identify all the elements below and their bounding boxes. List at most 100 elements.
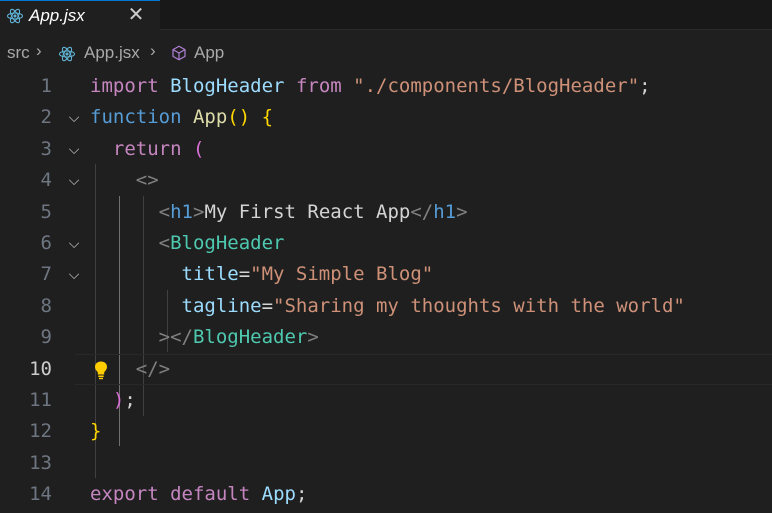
line-number: 6 [40,232,52,254]
line-number: 2 [40,106,52,129]
code-text: import BlogHeader from "./components/Blo… [90,71,651,102]
code-token: "./components/BlogHeader" [353,75,640,97]
code-text: tagline="Sharing my thoughts with the wo… [90,291,685,322]
line-number: 5 [40,200,52,223]
code-text: function App() { [90,102,273,133]
code-text: export default App; [90,479,307,510]
code-text: <> [90,165,159,196]
code-line[interactable]: 13 [0,448,772,479]
close-icon[interactable]: ✕ [126,3,146,27]
code-token: h1 [170,200,193,223]
code-token: from [295,75,342,97]
code-line[interactable]: 3 ⌵ return ( [0,134,772,165]
breadcrumb-file[interactable]: App.jsx [84,43,140,63]
fold-chevron-icon[interactable]: ⌵ [65,228,83,259]
code-token: import [90,75,159,97]
code-line[interactable]: 7 ⌵ title="My Simple Blog" [0,259,772,290]
code-token: App [261,483,296,506]
code-token: App [192,106,228,129]
breadcrumb-folder[interactable]: src [7,43,30,63]
tab-app-jsx[interactable]: App.jsx ✕ [0,0,160,30]
fold-chevron-icon[interactable]: ⌵ [65,102,83,133]
code-token: > [456,200,468,223]
code-text: <BlogHeader [90,228,285,259]
line-number: 13 [29,451,52,474]
code-token: { [261,106,274,129]
code-line[interactable]: 1 import BlogHeader from "./components/Bl… [0,71,772,102]
code-line[interactable]: 6 ⌵ <BlogHeader [0,228,772,259]
code-token: ) [112,389,125,411]
line-number: 1 [40,75,52,97]
line-number: 7 [40,263,52,286]
code-token: function [90,106,182,129]
code-token: title [181,263,239,286]
line-number: 4 [40,169,52,192]
code-line[interactable]: 14 export default App; [0,479,772,510]
code-line[interactable]: 10 </> [0,353,772,386]
code-text: } [90,416,101,447]
code-token: export [90,483,159,506]
code-line[interactable]: 11 ); [0,385,772,416]
code-line[interactable]: 5 <h1>My First React App</h1> [0,197,772,228]
code-token: default [170,483,251,506]
breadcrumb: src › App.jsx › App [0,41,772,69]
line-number: 12 [29,420,52,443]
code-text: </> [90,354,170,385]
code-line[interactable]: 4 ⌵ <> [0,165,772,196]
tab-bar: App.jsx ✕ [0,0,772,30]
fold-chevron-icon[interactable]: ⌵ [65,134,83,165]
breadcrumb-symbol[interactable]: App [194,43,224,63]
fold-chevron-icon[interactable]: ⌵ [65,259,83,290]
code-token: </ [410,200,434,223]
tab-label: App.jsx [29,6,85,25]
code-token: tagline [181,294,262,317]
code-text: return ( [90,134,205,165]
code-token: = [261,294,274,317]
code-text: title="My Simple Blog" [90,259,434,290]
chevron-right-icon: › [150,41,156,60]
code-token: return [112,137,182,160]
code-token: () [227,106,251,129]
code-token: ></ [158,326,193,349]
code-token: BlogHeader [192,326,308,349]
code-text: <h1>My First React App</h1> [90,197,468,228]
code-line[interactable]: 8 tagline="Sharing my thoughts with the … [0,291,772,322]
code-line[interactable]: 9 ></BlogHeader> [0,322,772,353]
lightbulb-icon[interactable] [92,360,110,380]
line-number: 9 [40,326,52,349]
code-token: "My Simple Blog" [250,263,434,286]
code-text: ></BlogHeader> [90,322,319,353]
code-editor[interactable]: 1 import BlogHeader from "./components/Bl… [0,70,772,513]
code-token: "Sharing my thoughts with the world" [273,294,685,317]
line-number: 8 [40,294,52,317]
symbol-class-icon [172,45,186,61]
code-token: h1 [433,200,457,223]
react-icon [6,8,24,24]
code-token: = [238,263,251,286]
code-line[interactable]: 2 ⌵ function App() { [0,102,772,133]
code-token: ; [639,75,651,97]
code-token: > [307,326,319,349]
fold-chevron-icon[interactable]: ⌵ [65,165,83,196]
code-token: BlogHeader [170,232,285,254]
code-token: ; [124,389,136,411]
code-token: </> [135,357,171,380]
line-number: 10 [29,357,52,380]
code-line[interactable]: 12} [0,416,772,447]
code-token: < [158,200,171,223]
